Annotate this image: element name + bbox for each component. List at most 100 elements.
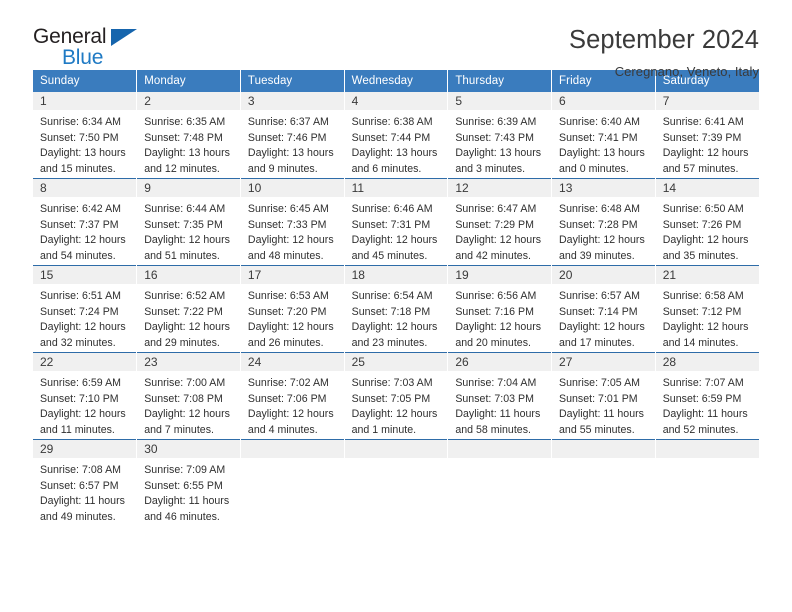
daylight-text-line1: Daylight: 11 hours: [40, 495, 125, 508]
calendar-day-cell[interactable]: 26 Sunrise: 7:04 AM Sunset: 7:03 PM Dayligh…: [447, 352, 553, 440]
calendar-day-cell[interactable]: [344, 439, 449, 526]
page-title: September 2024: [569, 26, 759, 54]
day-details: Sunrise: 6:57 AM Sunset: 7:14 PM Daylight:…: [552, 284, 655, 352]
sunrise-text: Sunrise: 6:56 AM: [455, 290, 537, 302]
day-details: Sunrise: 6:34 AM Sunset: 7:50 PM Daylight:…: [33, 110, 136, 178]
day-details: Sunrise: 6:56 AM Sunset: 7:16 PM Daylight:…: [448, 284, 551, 352]
calendar-day-cell[interactable]: 1 Sunrise: 6:34 AM Sunset: 7:50 PM Daylight…: [33, 92, 138, 179]
calendar-day-cell[interactable]: [447, 439, 553, 526]
sunset-text: Sunset: 7:50 PM: [40, 131, 119, 144]
calendar-day-cell[interactable]: 5 Sunrise: 6:39 AM Sunset: 7:43 PM Daylight…: [447, 92, 553, 179]
calendar-day-cell[interactable]: 29 Sunrise: 7:08 AM Sunset: 6:57 PM Dayligh…: [33, 439, 138, 526]
sunset-text: Sunset: 7:18 PM: [351, 305, 431, 318]
day-details: [448, 458, 551, 526]
daylight-text-line1: Daylight: 13 hours: [351, 147, 438, 160]
calendar-day-cell[interactable]: 9 Sunrise: 6:44 AM Sunset: 7:35 PM Daylight…: [136, 178, 241, 266]
day-number: 6: [552, 92, 655, 110]
calendar-day-cell[interactable]: 16 Sunrise: 6:52 AM Sunset: 7:22 PM Dayligh…: [136, 265, 241, 353]
daylight-text-line1: Daylight: 12 hours: [351, 408, 438, 421]
day-number: 30: [137, 440, 240, 458]
sunrise-text: Sunrise: 6:57 AM: [559, 290, 641, 302]
daylight-text-line2: and 45 minutes.: [351, 249, 428, 262]
daylight-text-line2: and 32 minutes.: [40, 336, 116, 349]
calendar-day-cell[interactable]: 20 Sunrise: 6:57 AM Sunset: 7:14 PM Dayligh…: [551, 265, 656, 353]
calendar-day-cell[interactable]: 28 Sunrise: 7:07 AM Sunset: 6:59 PM Dayligh…: [655, 352, 759, 440]
triangle-icon: [111, 29, 137, 46]
day-number: 17: [240, 266, 344, 284]
daylight-text-line1: Daylight: 12 hours: [247, 408, 334, 421]
day-details: Sunrise: 7:09 AM Sunset: 6:55 PM Daylight:…: [137, 458, 240, 526]
calendar-day-cell[interactable]: 10 Sunrise: 6:45 AM Sunset: 7:33 PM Dayligh…: [240, 178, 345, 266]
sunrise-text: Sunrise: 6:53 AM: [247, 290, 329, 302]
calendar-day-cell[interactable]: 12 Sunrise: 6:47 AM Sunset: 7:29 PM Dayligh…: [447, 178, 553, 266]
calendar-day-cell[interactable]: 18 Sunrise: 6:54 AM Sunset: 7:18 PM Dayligh…: [344, 265, 449, 353]
calendar-day-cell[interactable]: 4 Sunrise: 6:38 AM Sunset: 7:44 PM Daylight…: [344, 92, 449, 179]
daylight-text-line1: Daylight: 12 hours: [144, 321, 230, 334]
daylight-text-line2: and 29 minutes.: [144, 336, 220, 349]
day-number: 8: [33, 179, 137, 197]
calendar-day-cell[interactable]: 24 Sunrise: 7:02 AM Sunset: 7:06 PM Dayligh…: [240, 352, 345, 440]
calendar-day-cell[interactable]: 17 Sunrise: 6:53 AM Sunset: 7:20 PM Dayligh…: [240, 265, 345, 353]
calendar-day-cell[interactable]: 13 Sunrise: 6:48 AM Sunset: 7:28 PM Dayligh…: [551, 178, 656, 266]
day-details: Sunrise: 7:02 AM Sunset: 7:06 PM Daylight:…: [241, 371, 344, 439]
day-details: Sunrise: 6:50 AM Sunset: 7:26 PM Daylight:…: [656, 197, 759, 265]
calendar-day-cell[interactable]: 14 Sunrise: 6:50 AM Sunset: 7:26 PM Dayligh…: [655, 178, 759, 266]
calendar-day-cell[interactable]: 27 Sunrise: 7:05 AM Sunset: 7:01 PM Dayligh…: [551, 352, 656, 440]
calendar-day-cell[interactable]: 23 Sunrise: 7:00 AM Sunset: 7:08 PM Dayligh…: [136, 352, 241, 440]
daylight-text-line2: and 9 minutes.: [247, 162, 318, 175]
calendar-day-cell[interactable]: 25 Sunrise: 7:03 AM Sunset: 7:05 PM Dayligh…: [344, 352, 449, 440]
day-details: Sunrise: 6:46 AM Sunset: 7:31 PM Daylight:…: [345, 197, 448, 265]
calendar-day-cell[interactable]: 8 Sunrise: 6:42 AM Sunset: 7:37 PM Daylight…: [33, 178, 138, 266]
calendar-day-cell[interactable]: 21 Sunrise: 6:58 AM Sunset: 7:12 PM Dayligh…: [655, 265, 759, 353]
day-number: 22: [33, 353, 137, 371]
daylight-text-line2: and 52 minutes.: [662, 423, 739, 436]
weekday-header-wednesday: Wednesday: [344, 70, 449, 92]
day-number: 3: [240, 92, 344, 110]
sunrise-text: Sunrise: 6:39 AM: [455, 116, 537, 128]
sunrise-text: Sunrise: 6:35 AM: [144, 116, 226, 128]
calendar-day-cell[interactable]: 2 Sunrise: 6:35 AM Sunset: 7:48 PM Daylight…: [136, 92, 241, 179]
sunrise-text: Sunrise: 6:50 AM: [662, 203, 744, 215]
calendar-day-cell[interactable]: 19 Sunrise: 6:56 AM Sunset: 7:16 PM Dayligh…: [447, 265, 553, 353]
sunrise-text: Sunrise: 6:34 AM: [40, 116, 121, 128]
general-blue-logo[interactable]: General Blue: [33, 26, 148, 72]
weekday-header-monday: Monday: [136, 70, 241, 92]
daylight-text-line2: and 46 minutes.: [144, 510, 220, 523]
calendar-day-cell[interactable]: 6 Sunrise: 6:40 AM Sunset: 7:41 PM Daylight…: [551, 92, 656, 179]
sunset-text: Sunset: 7:39 PM: [662, 131, 742, 144]
sunrise-text: Sunrise: 7:08 AM: [40, 464, 121, 476]
sunrise-text: Sunrise: 7:05 AM: [559, 377, 641, 389]
daylight-text-line2: and 55 minutes.: [559, 423, 635, 436]
day-number: 5: [448, 92, 552, 110]
sunset-text: Sunset: 7:14 PM: [559, 305, 638, 318]
calendar-day-cell[interactable]: [240, 439, 345, 526]
calendar-week-row: 1 Sunrise: 6:34 AM Sunset: 7:50 PM Daylight…: [33, 92, 759, 179]
calendar-day-cell[interactable]: 11 Sunrise: 6:46 AM Sunset: 7:31 PM Dayligh…: [344, 178, 449, 266]
day-number: 11: [344, 179, 448, 197]
calendar-day-cell[interactable]: [655, 439, 759, 526]
logo-text-blue: Blue: [62, 46, 104, 69]
calendar-day-cell[interactable]: [551, 439, 656, 526]
sunset-text: Sunset: 6:57 PM: [40, 479, 119, 492]
calendar-day-cell[interactable]: 30 Sunrise: 7:09 AM Sunset: 6:55 PM Dayligh…: [136, 439, 241, 526]
calendar-day-cell[interactable]: 22 Sunrise: 6:59 AM Sunset: 7:10 PM Dayligh…: [33, 352, 138, 440]
sunset-text: Sunset: 7:16 PM: [455, 305, 534, 318]
day-number: 27: [552, 353, 655, 371]
calendar-day-cell[interactable]: 7 Sunrise: 6:41 AM Sunset: 7:39 PM Daylight…: [655, 92, 759, 179]
daylight-text-line2: and 17 minutes.: [559, 336, 635, 349]
sunset-text: Sunset: 7:28 PM: [559, 218, 638, 231]
daylight-text-line1: Daylight: 13 hours: [40, 147, 126, 160]
calendar-day-cell[interactable]: 3 Sunrise: 6:37 AM Sunset: 7:46 PM Daylight…: [240, 92, 345, 179]
calendar-day-cell[interactable]: 15 Sunrise: 6:51 AM Sunset: 7:24 PM Dayligh…: [33, 265, 138, 353]
daylight-text-line1: Daylight: 12 hours: [40, 321, 126, 334]
daylight-text-line1: Daylight: 12 hours: [351, 321, 438, 334]
sunset-text: Sunset: 7:01 PM: [559, 392, 638, 405]
day-details: Sunrise: 7:03 AM Sunset: 7:05 PM Daylight:…: [345, 371, 448, 439]
day-details: Sunrise: 7:07 AM Sunset: 6:59 PM Daylight:…: [656, 371, 759, 439]
day-details: Sunrise: 7:04 AM Sunset: 7:03 PM Daylight:…: [448, 371, 551, 439]
weekday-header-tuesday: Tuesday: [240, 70, 345, 92]
day-number: 14: [655, 179, 759, 197]
sunrise-text: Sunrise: 7:09 AM: [144, 464, 226, 476]
sunrise-text: Sunrise: 7:07 AM: [662, 377, 744, 389]
day-number: 21: [655, 266, 759, 284]
